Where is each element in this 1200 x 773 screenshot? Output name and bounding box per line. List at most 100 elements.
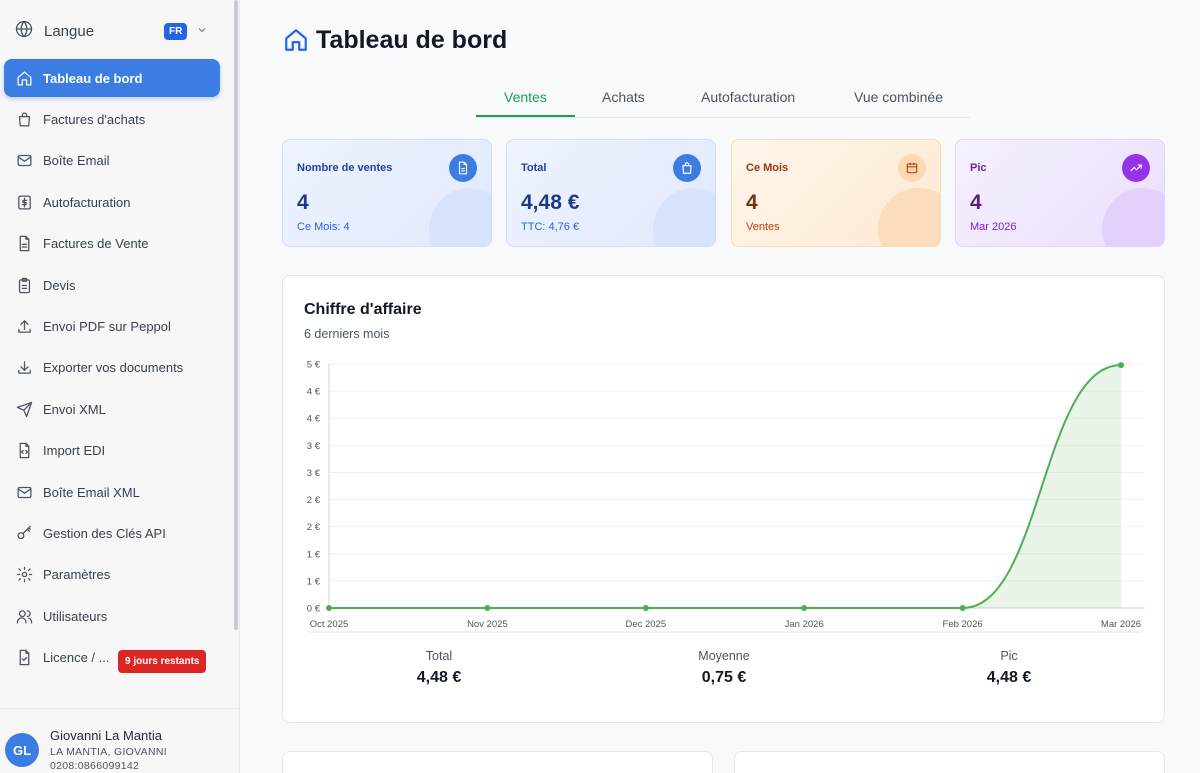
dollar-icon xyxy=(15,193,33,211)
sidebar-item-gestion-des-cles-api[interactable]: Gestion des Clés API xyxy=(4,514,220,552)
sidebar-item-label: Tableau de bord xyxy=(43,70,143,86)
key-icon xyxy=(15,524,33,542)
summary-total: Total 4,48 € xyxy=(349,649,529,687)
shopping-bag-icon xyxy=(15,110,33,128)
chevron-down-icon xyxy=(198,28,206,33)
data-point xyxy=(642,605,649,611)
sidebar-item-label: Envoi XML xyxy=(43,401,106,417)
summary-label: Moyenne xyxy=(698,649,750,663)
sidebar-item-label: Gestion des Clés API xyxy=(43,525,166,541)
language-label: Langue xyxy=(44,22,95,40)
data-point xyxy=(484,605,491,611)
revenue-chart-card: Chiffre d'affaire 6 derniers mois 0 €1 €… xyxy=(282,275,1165,723)
stat-card-sales-count: Nombre de ventes 4 Ce Mois: 4 xyxy=(282,139,492,247)
summary-peak: Pic 4,48 € xyxy=(919,649,1099,687)
stat-value: 4 xyxy=(970,191,982,214)
sidebar-item-label: Devis xyxy=(43,277,76,293)
download-icon xyxy=(15,359,33,377)
decorative-circle xyxy=(1102,188,1164,246)
summary-value: 0,75 € xyxy=(701,669,747,686)
summary-value: 4,48 € xyxy=(416,669,462,686)
sidebar-item-boite-email-xml[interactable]: Boîte Email XML xyxy=(4,473,220,511)
sidebar-item-label: Paramètres xyxy=(43,567,111,583)
trial-days-badge: 9 jours restants xyxy=(118,650,207,673)
y-tick-label: 4 € xyxy=(307,414,321,425)
sidebar-item-envoi-xml[interactable]: Envoi XML xyxy=(4,390,220,428)
y-tick-label: 1 € xyxy=(307,576,321,587)
x-tick-label: Dec 2025 xyxy=(625,619,666,630)
x-tick-label: Feb 2026 xyxy=(943,619,983,630)
sidebar-nav: Langue FR Tableau de bord Factures d'acha… xyxy=(0,0,234,708)
sidebar: Langue FR Tableau de bord Factures d'acha… xyxy=(0,0,240,773)
file-code-icon xyxy=(15,442,33,460)
sidebar-item-factures-de-vente[interactable]: Factures de Vente xyxy=(4,225,220,263)
page-title: Tableau de bord xyxy=(316,26,508,54)
tab-achats[interactable]: Achats xyxy=(602,89,645,105)
sidebar-item-import-edi[interactable]: Import EDI xyxy=(4,432,220,470)
data-point xyxy=(326,605,332,611)
tab-autofacturation[interactable]: Autofacturation xyxy=(701,89,795,105)
calendar-icon xyxy=(898,154,926,182)
user-company: LA MANTIA, GIOVANNI xyxy=(50,746,167,758)
sidebar-item-label: Utilisateurs xyxy=(43,608,108,624)
tab-ventes[interactable]: Ventes xyxy=(504,89,547,105)
stat-value: 4,48 € xyxy=(521,191,580,214)
sidebar-item-parametres[interactable]: Paramètres xyxy=(4,556,220,594)
home-icon xyxy=(15,69,33,87)
sidebar-item-devis[interactable]: Devis xyxy=(4,266,220,304)
x-tick-label: Mar 2026 xyxy=(1101,619,1141,630)
clipboard-icon xyxy=(15,276,33,294)
sidebar-item-label: Factures d'achats xyxy=(43,111,146,127)
user-profile[interactable]: GL Giovanni La Mantia LA MANTIA, GIOVANN… xyxy=(0,708,239,773)
language-selector[interactable]: Langue FR xyxy=(0,12,230,50)
mail-icon xyxy=(15,152,33,170)
stat-card-total: Total 4,48 € TTC: 4,76 € xyxy=(506,139,716,247)
stat-label: Ce Mois xyxy=(746,162,789,174)
x-tick-label: Oct 2025 xyxy=(310,619,349,630)
globe-icon xyxy=(15,20,33,43)
user-name: Giovanni La Mantia xyxy=(50,728,163,743)
x-tick-label: Jan 2026 xyxy=(785,619,824,630)
stat-label: Nombre de ventes xyxy=(297,162,393,174)
series-area xyxy=(329,365,1121,608)
data-point xyxy=(801,605,808,611)
sidebar-item-label: Boîte Email xyxy=(43,153,110,169)
sidebar-item-envoi-pdf-sur-peppol[interactable]: Envoi PDF sur Peppol xyxy=(4,307,220,345)
file-check-icon xyxy=(15,649,33,667)
decorative-circle xyxy=(429,188,491,246)
stat-subtext: TTC: 4,76 € xyxy=(521,221,580,233)
stat-value: 4 xyxy=(297,191,309,214)
sidebar-item-utilisateurs[interactable]: Utilisateurs xyxy=(4,597,220,635)
shopping-bag-icon xyxy=(673,154,701,182)
file-icon xyxy=(15,235,33,253)
sidebar-item-label: Factures de Vente xyxy=(43,236,149,252)
y-tick-label: 2 € xyxy=(307,522,321,533)
stat-subtext: Ventes xyxy=(746,221,780,233)
stat-card-peak: Pic 4 Mar 2026 xyxy=(955,139,1165,247)
avatar: GL xyxy=(5,733,39,767)
tab-bar: Ventes Achats Autofacturation Vue combin… xyxy=(476,78,970,118)
stat-subtext: Mar 2026 xyxy=(970,221,1017,233)
y-tick-label: 1 € xyxy=(307,549,321,560)
sidebar-item-label: Import EDI xyxy=(43,443,106,459)
document-icon xyxy=(449,154,477,182)
sidebar-item-boite-email[interactable]: Boîte Email xyxy=(4,142,220,180)
sidebar-item-label: Exporter vos documents xyxy=(43,360,184,376)
summary-label: Total xyxy=(425,649,453,663)
sidebar-item-exporter-vos-documents[interactable]: Exporter vos documents xyxy=(4,349,220,387)
stat-subtext: Ce Mois: 4 xyxy=(297,221,350,233)
summary-value: 4,48 € xyxy=(986,669,1032,686)
home-icon xyxy=(285,29,307,51)
summary-label: Pic xyxy=(1000,649,1018,663)
tab-vue-combinee[interactable]: Vue combinée xyxy=(854,89,943,105)
sidebar-item-tableau-de-bord[interactable]: Tableau de bord xyxy=(4,59,220,97)
summary-average: Moyenne 0,75 € xyxy=(634,649,814,687)
sidebar-item-label: Envoi PDF sur Peppol xyxy=(43,318,171,334)
sidebar-scrollbar[interactable] xyxy=(234,0,238,630)
sidebar-item-factures-d-achats[interactable]: Factures d'achats xyxy=(4,100,220,138)
stat-label: Total xyxy=(521,162,547,174)
decorative-circle xyxy=(878,188,940,246)
sidebar-item-autofacturation[interactable]: Autofacturation xyxy=(4,183,220,221)
sidebar-item-label: Boîte Email XML xyxy=(43,484,140,500)
sidebar-item-label: Licence / ... xyxy=(43,650,110,666)
